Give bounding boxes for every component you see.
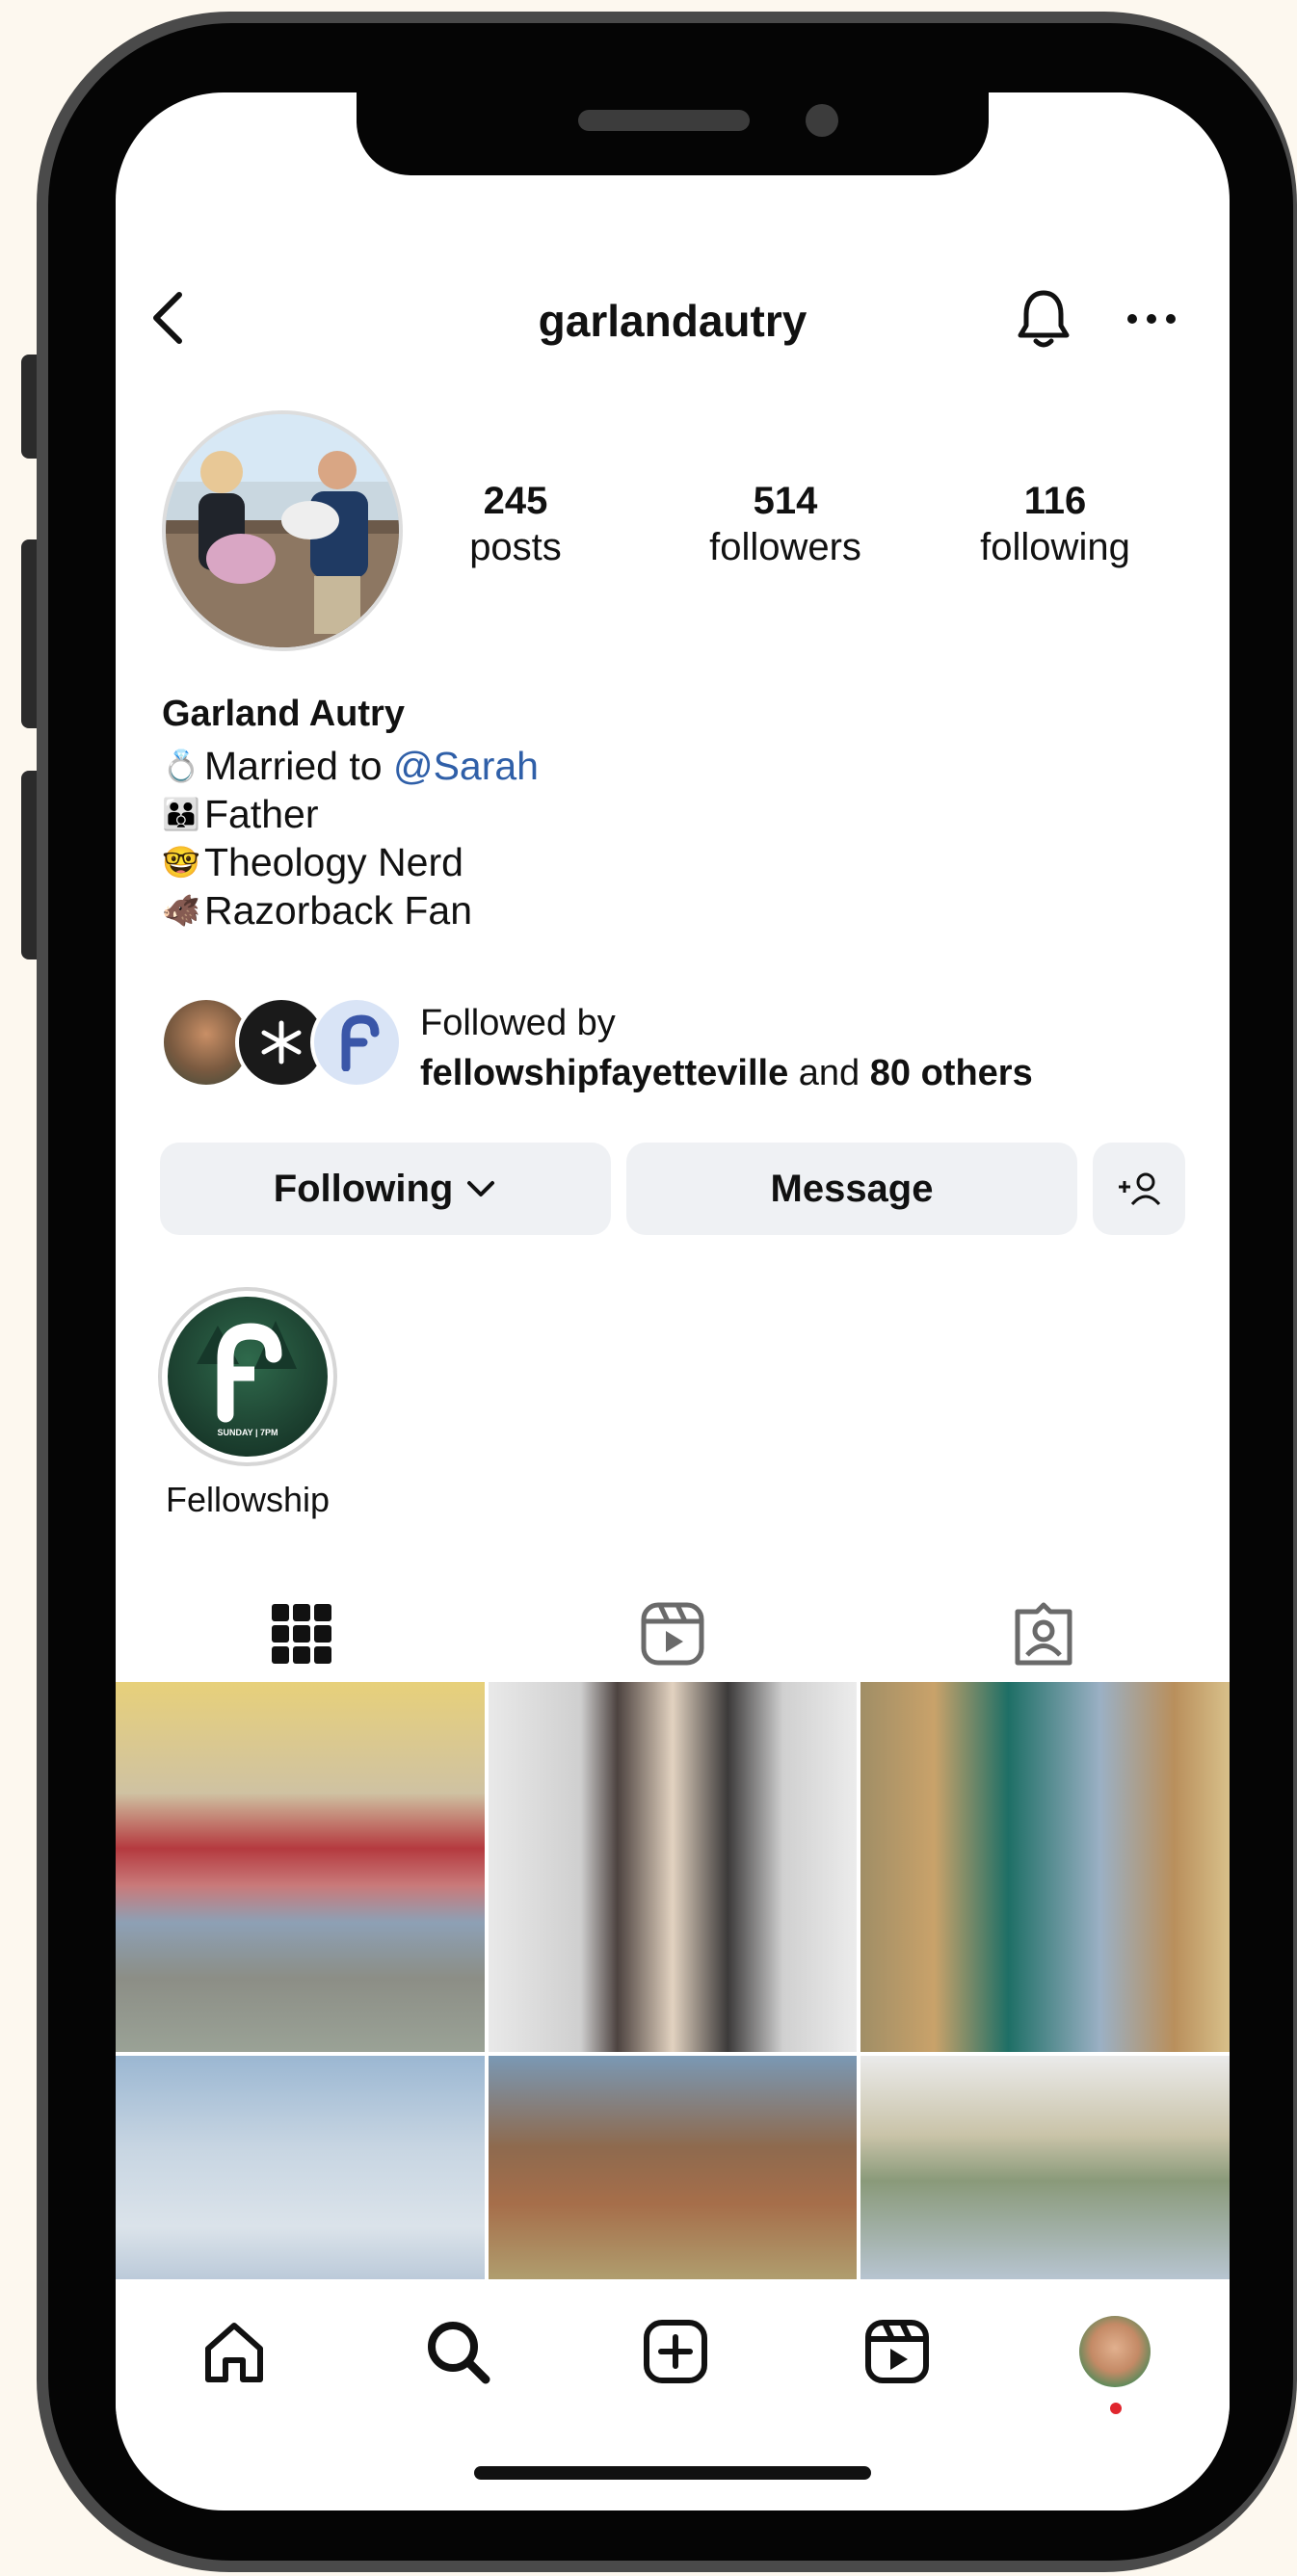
posts-label: posts [469,526,562,568]
asterisk-logo-icon [261,1020,302,1065]
family-icon: 👪 [162,797,200,831]
tab-reels[interactable] [487,1586,858,1682]
fellowship-f-icon [341,1014,380,1071]
message-label: Message [770,1167,934,1210]
followed-by-section[interactable]: Followed by fellowshipfayetteville and 8… [160,996,1201,1093]
bottom-navigation [116,2279,1230,2414]
following-button[interactable]: Following [160,1143,611,1235]
mention-link[interactable]: @Sarah [393,742,539,790]
profile-display-name: Garland Autry [162,694,405,734]
nav-create[interactable] [632,2308,719,2395]
chevron-down-icon [467,1181,495,1196]
nav-search[interactable] [414,2308,501,2395]
profile-photo [166,414,399,647]
bio-text: Razorback Fan [204,888,473,933]
nav-home[interactable] [191,2308,278,2395]
notch [357,92,989,175]
nerd-face-icon: 🤓 [162,845,200,880]
boar-icon: 🐗 [162,893,200,928]
front-camera [806,104,838,137]
create-icon [644,2320,707,2383]
post-thumbnail[interactable] [488,1682,858,2052]
profile-avatar[interactable] [162,410,403,651]
message-button[interactable]: Message [626,1143,1077,1235]
ring-icon: 💍 [162,749,200,783]
followers-count[interactable]: 514 followers [655,478,915,570]
followed-by-joiner: and [788,1053,870,1093]
following-number: 116 [1023,480,1087,522]
post-thumbnail[interactable] [116,1682,485,2052]
add-person-icon [1119,1172,1161,1206]
notification-dot [1110,2403,1122,2414]
bio-line-married: 💍 Married to @Sarah [162,742,539,790]
followers-number: 514 [753,480,818,522]
nav-reels[interactable] [854,2308,940,2395]
bio-line-father: 👪 Father [162,790,539,838]
followed-by-prefix: Followed by [420,1003,616,1043]
posts-count[interactable]: 245 posts [385,478,646,570]
highlight-cover-text: SUNDAY | 7PM [217,1428,278,1437]
tab-tagged[interactable] [858,1586,1229,1682]
following-label: following [980,526,1130,568]
home-indicator [474,2466,871,2480]
home-icon [205,2323,263,2382]
bio-text: Theology Nerd [204,840,463,884]
post-thumbnail[interactable] [116,2056,485,2283]
phone-screen: garlandautry 245 posts 514 followers 116… [116,92,1230,2510]
bio-text: Father [204,792,319,836]
more-dots-icon [1127,314,1176,324]
followers-label: followers [709,526,861,568]
tab-posts-grid[interactable] [116,1586,487,1682]
following-count[interactable]: 116 following [925,478,1185,570]
story-highlight[interactable]: SUNDAY | 7PM [158,1287,337,1466]
highlight-cover: SUNDAY | 7PM [168,1297,328,1457]
followed-by-account[interactable]: fellowshipfayetteville [420,1053,788,1093]
bio-line-theology: 🤓 Theology Nerd [162,838,539,886]
post-thumbnail[interactable] [488,2056,858,2283]
more-options-button[interactable] [1118,285,1185,353]
bell-icon [1018,290,1070,348]
grid-icon [271,1604,331,1664]
followed-by-others[interactable]: 80 others [870,1053,1033,1093]
suggest-people-button[interactable] [1093,1143,1185,1235]
speaker [578,110,750,131]
tagged-icon [1015,1602,1072,1666]
search-icon [428,2322,490,2384]
follower-avatar [310,996,403,1089]
profile-tabs [116,1586,1230,1682]
post-thumbnail[interactable] [860,1682,1230,2052]
notifications-button[interactable] [1010,285,1077,353]
posts-grid [116,1682,1230,2283]
profile-avatar-small [1079,2316,1151,2387]
profile-header: garlandautry [116,285,1230,353]
reels-icon [641,1602,703,1666]
followed-by-line: fellowshipfayetteville and 80 others [420,1048,1033,1098]
nav-profile[interactable] [1072,2308,1158,2395]
bio-line-razorback: 🐗 Razorback Fan [162,886,539,934]
post-thumbnail[interactable] [860,2056,1230,2283]
highlight-label: Fellowship [165,1480,331,1519]
posts-number: 245 [483,480,548,522]
reels-icon [865,2320,929,2383]
following-label: Following [273,1167,454,1210]
followed-by-text: Followed by fellowshipfayetteville and 8… [420,998,1033,1098]
profile-bio: Garland Autry 💍 Married to @Sarah 👪 Fath… [162,690,539,934]
bio-text: Married to [204,744,393,788]
